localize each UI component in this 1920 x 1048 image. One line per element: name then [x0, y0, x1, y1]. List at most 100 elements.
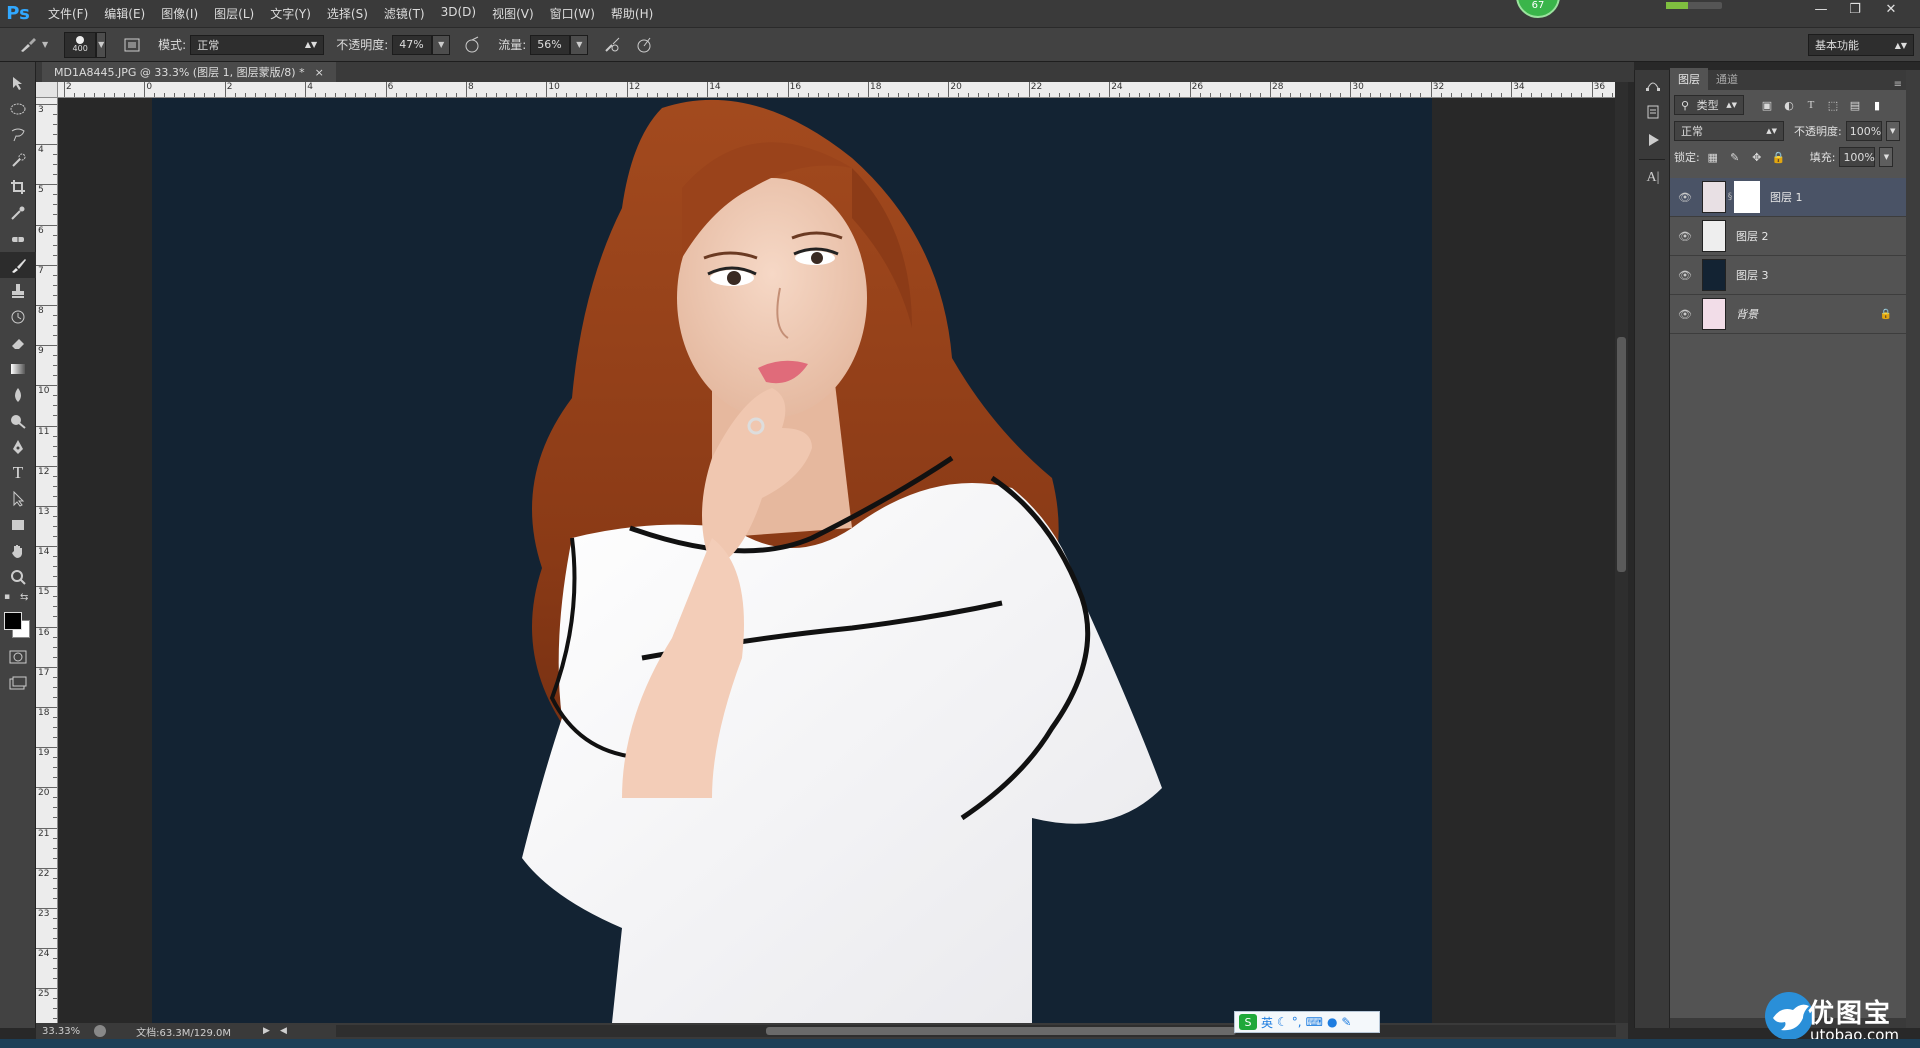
quick-selection-tool-icon[interactable] — [0, 148, 36, 174]
fill-chevron-icon[interactable]: ▼ — [1879, 147, 1894, 167]
ime-toolbar[interactable]: S 英 ☾ °, ⌨ ● ✎ — [1234, 1011, 1380, 1033]
visibility-eye-icon[interactable]: 👁 — [1670, 230, 1700, 243]
layer-name[interactable]: 图层 2 — [1736, 228, 1769, 244]
lock-transparent-icon[interactable]: ▦ — [1704, 148, 1722, 166]
flow-chevron-icon[interactable]: ▼ — [570, 34, 589, 55]
brush-size-picker[interactable]: 400 — [64, 31, 97, 58]
visibility-eye-icon[interactable]: 👁 — [1670, 191, 1700, 204]
layer-row[interactable]: 👁 背景 🔒 — [1670, 295, 1906, 334]
tab-channels[interactable]: 通道 — [1708, 68, 1746, 90]
menu-item-2[interactable]: 图像(I) — [153, 5, 206, 22]
eraser-tool-icon[interactable] — [0, 330, 36, 356]
panel-menu-icon[interactable]: ≡ — [1894, 79, 1902, 90]
filter-smart-object-icon[interactable]: ▤ — [1846, 96, 1864, 114]
mask-link-icon[interactable]: § — [1726, 192, 1734, 202]
lock-all-icon[interactable]: 🔒 — [1770, 148, 1788, 166]
vertical-scroll-thumb[interactable] — [1617, 337, 1626, 572]
menu-item-10[interactable]: 帮助(H) — [603, 5, 661, 22]
layer-name[interactable]: 图层 3 — [1736, 267, 1769, 283]
workspace-select[interactable]: 基本功能 ▲▼ — [1808, 34, 1914, 56]
layer-row[interactable]: 👁 图层 2 — [1670, 217, 1906, 256]
path-selection-tool-icon[interactable] — [0, 486, 36, 512]
lock-pixels-icon[interactable]: ✎ — [1726, 148, 1744, 166]
status-menu-chevron-icon[interactable]: ▶ — [263, 1026, 270, 1036]
horizontal-ruler[interactable]: 2 0 2 4 6 8 10 12 14 16 18 20 22 24 26 28 30 32 34 36 — [58, 82, 1628, 98]
foreground-color-swatch[interactable] — [4, 612, 22, 630]
restore-button[interactable]: ❐ — [1840, 0, 1870, 18]
crop-tool-icon[interactable] — [0, 174, 36, 200]
dodge-tool-icon[interactable] — [0, 408, 36, 434]
blend-mode-select[interactable]: 正常 ▲▼ — [1674, 121, 1784, 141]
close-window-button[interactable]: ✕ — [1876, 0, 1906, 18]
history-panel-icon[interactable] — [1635, 98, 1671, 126]
menu-item-9[interactable]: 窗口(W) — [542, 5, 603, 22]
clone-stamp-tool-icon[interactable] — [0, 278, 36, 304]
minimize-button[interactable]: — — [1806, 0, 1836, 18]
pen-tool-icon[interactable] — [0, 434, 36, 460]
layer-thumbnail[interactable] — [1702, 259, 1726, 291]
filter-type-icon[interactable]: T — [1802, 96, 1820, 114]
menu-item-1[interactable]: 编辑(E) — [96, 5, 153, 22]
paths-panel-icon[interactable] — [1635, 70, 1671, 98]
layer-row[interactable]: 👁 § 图层 1 — [1670, 178, 1906, 217]
layer-thumbnail[interactable] — [1702, 298, 1726, 330]
close-tab-icon[interactable]: × — [315, 66, 324, 79]
filter-shape-icon[interactable]: ⬚ — [1824, 96, 1842, 114]
moon-icon[interactable]: ☾ — [1277, 1015, 1288, 1029]
menu-item-7[interactable]: 3D(D) — [433, 5, 484, 22]
default-colors-icon[interactable]: ▪ — [4, 592, 10, 602]
wrench-icon[interactable]: ✎ — [1341, 1015, 1351, 1029]
keyboard-icon[interactable]: ⌨ — [1306, 1015, 1323, 1029]
menu-item-6[interactable]: 滤镜(T) — [376, 5, 433, 22]
layer-name[interactable]: 背景 — [1736, 306, 1758, 322]
opacity-input[interactable]: 47% — [392, 34, 433, 55]
ime-mode[interactable]: 英 — [1261, 1014, 1273, 1031]
visibility-eye-icon[interactable]: 👁 — [1670, 269, 1700, 282]
punct-icon[interactable]: °, — [1292, 1015, 1302, 1029]
mode-select[interactable]: 正常 ▲▼ — [190, 34, 325, 55]
tab-layers[interactable]: 图层 — [1670, 68, 1708, 90]
lock-position-icon[interactable]: ✥ — [1748, 148, 1766, 166]
menu-item-4[interactable]: 文字(Y) — [262, 5, 319, 22]
ruler-origin[interactable] — [36, 82, 58, 98]
notification-badge[interactable]: 67 — [1516, 0, 1560, 18]
eyedropper-tool-icon[interactable] — [0, 200, 36, 226]
move-tool-icon[interactable] — [0, 70, 36, 96]
preset-chevron-icon[interactable]: ▼ — [42, 40, 48, 49]
airbrush-icon[interactable] — [600, 33, 624, 57]
canvas-area[interactable] — [58, 98, 1615, 1023]
scroll-left-icon[interactable]: ◀ — [280, 1026, 287, 1036]
lasso-tool-icon[interactable] — [0, 122, 36, 148]
character-panel-icon[interactable]: A| — [1635, 164, 1671, 192]
brush-tool-preset-icon[interactable] — [16, 33, 40, 57]
filter-adjustment-icon[interactable]: ◐ — [1780, 96, 1798, 114]
zoom-level[interactable]: 33.33% — [42, 1026, 80, 1037]
hand-tool-icon[interactable] — [0, 538, 36, 564]
layer-opacity-chevron-icon[interactable]: ▼ — [1885, 121, 1900, 141]
pressure-size-icon[interactable] — [632, 33, 656, 57]
layer-mask-thumbnail[interactable] — [1734, 181, 1760, 213]
color-swap-controls[interactable]: ▪ ⇆ — [0, 590, 35, 610]
vertical-ruler[interactable]: 3 4 5 6 7 8 9 10 11 12 13 14 15 16 17 18 19 20 21 22 23 24 25 — [36, 98, 58, 1023]
layer-row[interactable]: 👁 图层 3 — [1670, 256, 1906, 295]
horizontal-scrollbar[interactable] — [336, 1025, 1616, 1037]
layer-filter-select[interactable]: ⚲ 类型 ▲▼ — [1674, 95, 1744, 115]
fill-input[interactable]: 100% — [1839, 147, 1876, 167]
healing-brush-tool-icon[interactable] — [0, 226, 36, 252]
brush-picker-chevron-icon[interactable]: ▼ — [96, 31, 107, 58]
screen-mode-icon[interactable] — [0, 670, 36, 696]
layer-thumbnail[interactable] — [1702, 220, 1726, 252]
user-icon[interactable]: ● — [1327, 1015, 1337, 1029]
blur-tool-icon[interactable] — [0, 382, 36, 408]
menu-item-8[interactable]: 视图(V) — [484, 5, 542, 22]
type-tool-icon[interactable]: T — [0, 460, 36, 486]
visibility-eye-icon[interactable]: 👁 — [1670, 308, 1700, 321]
menu-item-3[interactable]: 图层(L) — [206, 5, 262, 22]
color-swatches[interactable] — [0, 610, 35, 644]
marquee-tool-icon[interactable] — [0, 96, 36, 122]
quick-mask-icon[interactable] — [0, 644, 36, 670]
vertical-scrollbar[interactable] — [1615, 82, 1628, 1023]
status-info-icon[interactable] — [94, 1025, 107, 1037]
brush-tool-icon[interactable] — [0, 252, 36, 278]
menu-item-5[interactable]: 选择(S) — [319, 5, 376, 22]
